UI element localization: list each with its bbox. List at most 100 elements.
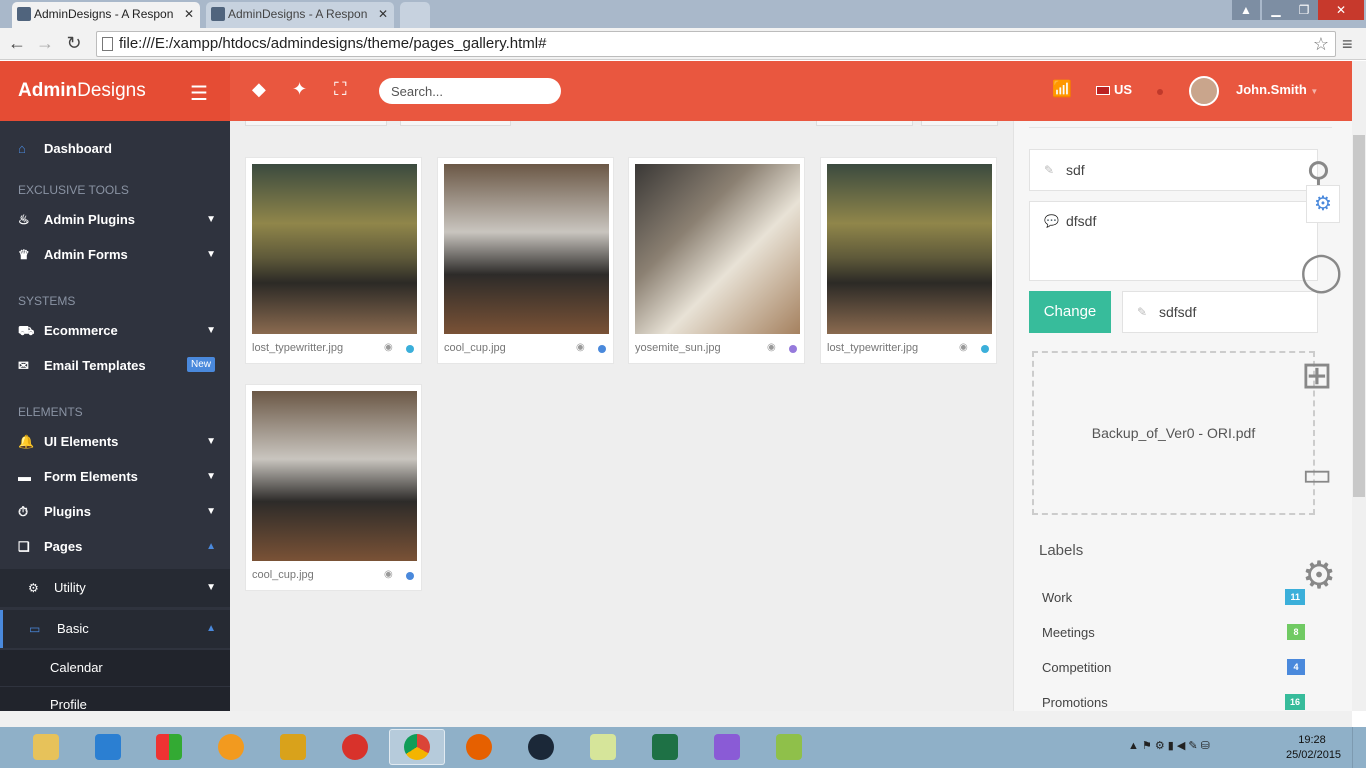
change-button[interactable]: Change: [1029, 291, 1111, 333]
label-name: Promotions: [1042, 695, 1108, 710]
label-item[interactable]: Work 11: [1042, 589, 1305, 605]
label-item[interactable]: Meetings 8: [1042, 624, 1305, 640]
notepad-plus-icon[interactable]: [761, 729, 817, 765]
close-window-button[interactable]: ✕: [1318, 0, 1364, 20]
section-heading: ELEMENTS: [18, 405, 83, 419]
metro-apps-icon[interactable]: [141, 729, 197, 765]
us-flag-icon: [1096, 86, 1110, 96]
app-grid-icon[interactable]: [80, 729, 136, 765]
gallery-item[interactable]: cool_cup.jpg ◉: [437, 157, 614, 364]
show-desktop-button[interactable]: [1352, 727, 1366, 768]
gallery-image[interactable]: [635, 164, 800, 334]
text-field[interactable]: ✎ sdf: [1029, 149, 1318, 191]
back-icon[interactable]: ←: [6, 32, 28, 54]
music-icon[interactable]: [265, 729, 321, 765]
browser-menu-icon[interactable]: ≡: [1342, 34, 1353, 55]
eye-icon[interactable]: ◉: [576, 342, 585, 353]
eye-icon[interactable]: ◉: [959, 342, 968, 353]
angry-bird-icon[interactable]: [327, 729, 383, 765]
tab-close-icon[interactable]: ✕: [378, 2, 388, 26]
clock-time: 19:28: [1298, 734, 1326, 746]
steam-icon[interactable]: [513, 729, 569, 765]
tab-favicon-icon: [211, 7, 225, 21]
textarea-field[interactable]: 💬 dfsdf: [1029, 201, 1318, 281]
sidebar-item-pages[interactable]: ❏ Pages ▲: [0, 530, 230, 564]
new-tab-button[interactable]: [400, 2, 430, 28]
reload-icon[interactable]: ↻: [63, 32, 85, 54]
eye-icon[interactable]: ◉: [767, 342, 776, 353]
clock[interactable]: 19:28 25/02/2015: [1286, 733, 1341, 763]
sidebar-item-ecommerce[interactable]: ⛟ Ecommerce ▼: [0, 314, 230, 348]
sidebar-item-admin-forms[interactable]: ♛ Admin Forms ▼: [0, 238, 230, 272]
sidebar-subitem-calendar[interactable]: Calendar: [0, 650, 230, 686]
search-input[interactable]: [379, 78, 561, 104]
label-item[interactable]: Promotions 16: [1042, 694, 1305, 710]
gallery-image[interactable]: [252, 164, 417, 334]
language-selector[interactable]: US: [1096, 82, 1132, 97]
gallery-item[interactable]: lost_typewritter.jpg ◉: [245, 157, 422, 364]
firefox-icon[interactable]: [451, 729, 507, 765]
sidebar-subitem-utility[interactable]: ⚙ Utility ▼: [0, 569, 230, 607]
phpstorm-icon[interactable]: [699, 729, 755, 765]
gallery-item[interactable]: cool_cup.jpg ◉: [245, 384, 422, 591]
sidebar: ⌂ Dashboard EXCLUSIVE TOOLS ♨ Admin Plugin…: [0, 121, 230, 711]
user-profile-icon[interactable]: ▲: [1232, 0, 1260, 20]
menu-toggle-icon[interactable]: ☰: [190, 81, 208, 106]
horizontal-scrollbar[interactable]: [0, 711, 1352, 727]
desktop-icon: ▭: [29, 622, 41, 636]
sidebar-subitem-profile[interactable]: Profile: [0, 687, 230, 711]
url-text: file:///E:/xampp/htdocs/admindesigns/the…: [119, 35, 547, 52]
gallery-item[interactable]: lost_typewritter.jpg ◉: [820, 157, 997, 364]
sticky-notes-icon[interactable]: [575, 729, 631, 765]
chevron-down-icon: ▼: [1310, 87, 1319, 96]
minimize-button[interactable]: ▁: [1262, 0, 1290, 20]
forward-icon[interactable]: →: [34, 32, 56, 54]
magic-wand-icon[interactable]: ✦: [292, 79, 307, 100]
ubuntu-icon[interactable]: ◯: [1300, 249, 1343, 294]
devices-icon[interactable]: ▭: [1302, 455, 1332, 493]
gallery-image[interactable]: [252, 391, 417, 561]
signal-icon[interactable]: 📶: [1052, 79, 1072, 99]
browser-tab-active[interactable]: AdminDesigns - A Respon ✕: [12, 2, 200, 28]
section-heading: SYSTEMS: [18, 294, 76, 308]
browser-tab[interactable]: AdminDesigns - A Respon ✕: [206, 2, 394, 28]
address-bar[interactable]: file:///E:/xampp/htdocs/admindesigns/the…: [96, 31, 1336, 57]
orange-app-icon[interactable]: [203, 729, 259, 765]
sidebar-item-dashboard[interactable]: ⌂ Dashboard: [0, 132, 230, 166]
label-item[interactable]: Competition 4: [1042, 659, 1305, 675]
text-field[interactable]: ✎ sdfsdf: [1122, 291, 1318, 333]
image-caption: lost_typewritter.jpg: [252, 342, 344, 354]
bookmark-star-icon[interactable]: ☆: [1313, 32, 1329, 56]
sidebar-item-plugins[interactable]: ⏱ Plugins ▼: [0, 495, 230, 529]
chrome-icon[interactable]: [389, 729, 445, 765]
diamond-icon[interactable]: ◆: [252, 79, 266, 100]
excel-icon[interactable]: [637, 729, 693, 765]
system-tray[interactable]: ▲ ⚑ ⚙ ▮ ◀ ✎ ⛁: [1128, 739, 1210, 752]
fire-icon: ♨: [18, 212, 30, 227]
gallery-image[interactable]: [827, 164, 992, 334]
restore-button[interactable]: ❐: [1290, 0, 1318, 20]
sidebar-item-label: Basic: [57, 621, 89, 636]
avatar[interactable]: [1189, 76, 1219, 106]
explorer-icon[interactable]: [18, 729, 74, 765]
sidebar-subitem-basic[interactable]: ▭ Basic ▲: [0, 610, 230, 648]
caret-up-icon: ▲: [206, 623, 216, 634]
tab-close-icon[interactable]: ✕: [184, 2, 194, 26]
file-dropzone[interactable]: Backup_of_Ver0 - ORI.pdf: [1032, 351, 1315, 515]
user-menu[interactable]: John.Smith ▼: [1236, 82, 1318, 97]
scrollbar-thumb[interactable]: [1353, 135, 1365, 497]
settings-toggle-icon[interactable]: ⚙: [1306, 185, 1340, 223]
label-name: Competition: [1042, 660, 1112, 675]
eye-icon[interactable]: ◉: [384, 342, 393, 353]
label-count-badge: 8: [1287, 624, 1305, 640]
gallery-item[interactable]: yosemite_sun.jpg ◉: [628, 157, 805, 364]
windows-icon[interactable]: ⊞: [1301, 353, 1333, 398]
sidebar-item-admin-plugins[interactable]: ♨ Admin Plugins ▼: [0, 203, 230, 237]
eye-icon[interactable]: ◉: [384, 569, 393, 580]
fullscreen-icon[interactable]: ⛶: [334, 79, 347, 100]
sidebar-item-ui-elements[interactable]: 🔔 UI Elements ▼: [0, 425, 230, 459]
sidebar-item-form-elements[interactable]: ▬ Form Elements ▼: [0, 460, 230, 494]
sidebar-item-label: Utility: [54, 580, 86, 595]
gallery-image[interactable]: [444, 164, 609, 334]
gear-icon[interactable]: ⚙: [1302, 553, 1336, 598]
